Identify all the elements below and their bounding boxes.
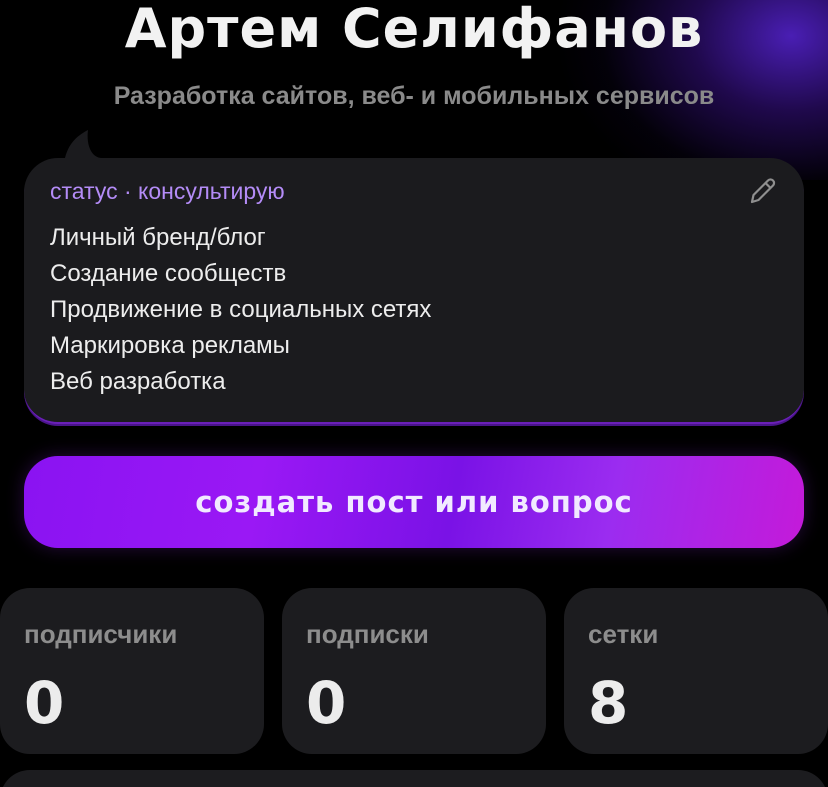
status-line: Личный бренд/блог — [50, 224, 266, 251]
stat-value: 0 — [306, 669, 347, 737]
status-card: статус · консультирую Личный бренд/блог … — [24, 158, 804, 424]
stat-label: подписки — [306, 619, 429, 649]
status-label: статус · консультирую — [50, 178, 285, 204]
profile-subtitle: Разработка сайтов, веб- и мобильных серв… — [113, 82, 715, 110]
edit-status-button[interactable] — [746, 174, 780, 208]
stat-label: сетки — [588, 619, 659, 649]
profile-page: Артем Селифанов Разработка сайтов, веб- … — [0, 0, 828, 787]
profile-name: Артем Селифанов — [124, 0, 704, 60]
stat-card-followers[interactable]: подписчики 0 — [0, 588, 264, 754]
stat-card-following[interactable]: подписки 0 — [282, 588, 546, 754]
status-line: Маркировка рекламы — [50, 332, 290, 359]
stat-value: 8 — [588, 669, 629, 737]
status-line: Веб разработка — [50, 368, 226, 395]
pencil-icon — [750, 178, 776, 204]
stat-card-networks[interactable]: сетки 8 — [564, 588, 828, 754]
create-post-button[interactable]: создать пост или вопрос — [24, 456, 804, 548]
stat-label: подписчики — [24, 619, 178, 649]
create-post-button-label: создать пост или вопрос — [195, 485, 633, 519]
stat-value: 0 — [24, 669, 65, 737]
status-lines: Личный бренд/блог Создание сообществ Про… — [50, 220, 431, 400]
status-line: Продвижение в социальных сетях — [50, 296, 432, 323]
status-line: Создание сообществ — [50, 260, 287, 287]
next-card — [0, 770, 828, 787]
